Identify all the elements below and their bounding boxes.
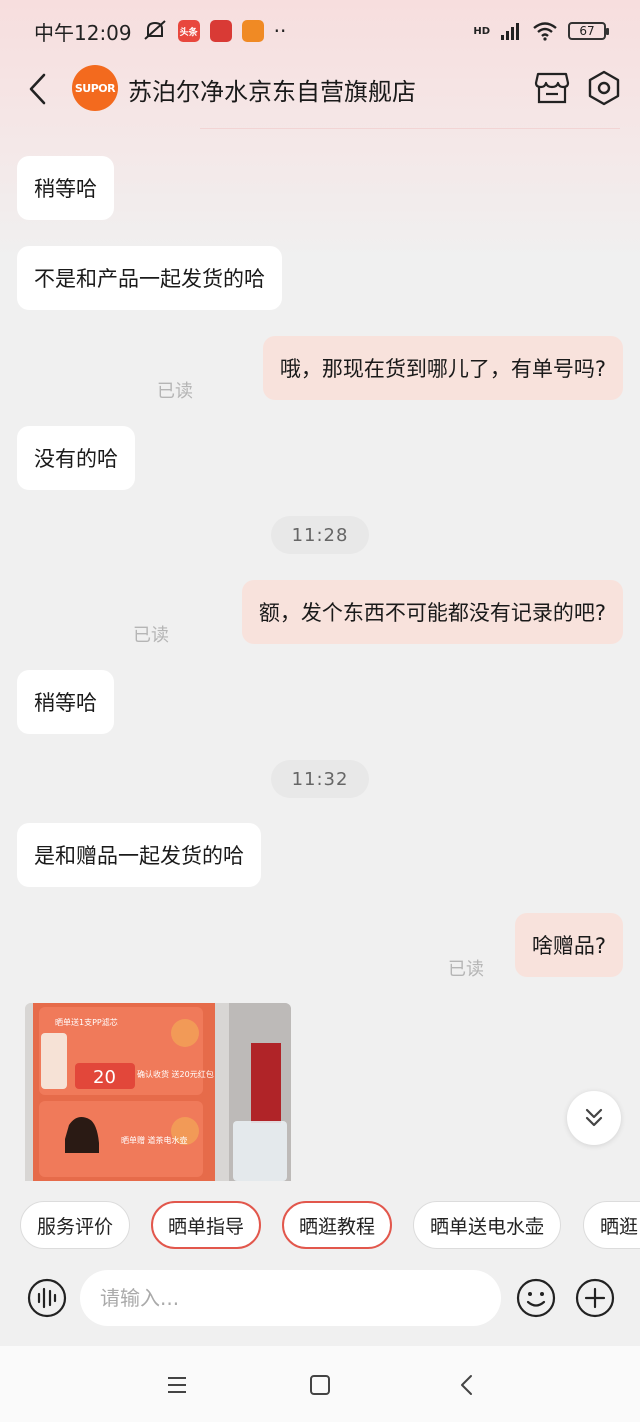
- quick-reply-chip[interactable]: 晒单送电水壶: [413, 1201, 561, 1249]
- message-input[interactable]: [80, 1270, 501, 1326]
- toutiao-app-icon: 头条: [177, 20, 200, 42]
- promo-confirm-text: 确认收货 送20元红包: [137, 1069, 214, 1079]
- message-text: 没有的哈: [34, 447, 118, 471]
- message-text: 额，发个东西不可能都没有记录的吧?: [258, 601, 606, 625]
- quick-reply-bar: 服务评价 晒单指导 晒逛教程 晒单送电水壶 晒逛: [0, 1196, 640, 1254]
- message-bubble-received[interactable]: 不是和产品一起发货的哈: [17, 246, 282, 310]
- scroll-to-bottom-button[interactable]: [567, 1091, 621, 1145]
- mute-bell-icon: [143, 20, 166, 40]
- wifi-icon: [533, 22, 557, 41]
- message-bubble-received[interactable]: 没有的哈: [17, 426, 135, 490]
- message-text: 不是和产品一起发货的哈: [34, 267, 265, 291]
- message-bubble-sent[interactable]: 啥赠品?: [514, 913, 623, 977]
- timestamp: 11:28: [271, 516, 369, 554]
- chip-label: 晒逛: [600, 1215, 639, 1238]
- battery-level: 67: [579, 24, 595, 38]
- more-notifications: ··: [273, 19, 287, 43]
- read-receipt: 已读: [157, 381, 193, 402]
- promo-banner-bottom: 晒单赠 道茶电水壶: [121, 1135, 188, 1145]
- chip-label: 服务评价: [36, 1215, 113, 1238]
- plus-icon[interactable]: [575, 1278, 615, 1318]
- voice-input-icon[interactable]: [27, 1278, 67, 1318]
- message-bubble-received[interactable]: 稍等哈: [17, 670, 114, 734]
- message-bubble-sent[interactable]: 哦，那现在货到哪儿了，有单号吗?: [262, 336, 623, 400]
- menu-icon[interactable]: [162, 1370, 192, 1400]
- store-icon[interactable]: [534, 71, 570, 105]
- chip-label: 晒逛教程: [298, 1215, 375, 1238]
- message-text: 哦，那现在货到哪儿了，有单号吗?: [279, 357, 606, 381]
- back-nav-icon[interactable]: [452, 1370, 482, 1400]
- shop-logo[interactable]: SUPOR: [72, 65, 118, 111]
- signal-icon: [501, 23, 519, 40]
- input-bar: [0, 1262, 640, 1342]
- read-receipt: 已读: [448, 959, 484, 980]
- message-bubble-received[interactable]: 是和赠品一起发货的哈: [17, 823, 261, 887]
- chat-header: SUPOR 苏泊尔净水京东自营旗舰店: [0, 62, 640, 116]
- message-text: 稍等哈: [34, 691, 97, 715]
- status-bar: 中午12:09 头条 ·· HD 67: [0, 0, 640, 62]
- hd-signal-icon: HD: [473, 25, 490, 37]
- message-bubble-received[interactable]: 稍等哈: [17, 156, 114, 220]
- read-receipt: 已读: [133, 625, 169, 646]
- chip-label: 晒单指导: [167, 1215, 244, 1238]
- message-text: 是和赠品一起发货的哈: [34, 844, 244, 868]
- back-arrow-icon[interactable]: [26, 72, 50, 106]
- system-navigation-bar: [0, 1346, 640, 1422]
- promo-banner-top: 晒单送1支PP滤芯: [55, 1017, 118, 1027]
- message-text: 稍等哈: [34, 177, 97, 201]
- header-divider: [200, 128, 620, 129]
- news-app-icon: [209, 20, 232, 42]
- timestamp: 11:32: [271, 760, 369, 798]
- emoji-icon[interactable]: [516, 1278, 556, 1318]
- quick-reply-chip[interactable]: 晒逛: [583, 1201, 640, 1249]
- home-square-icon[interactable]: [305, 1370, 335, 1400]
- promo-amount: 20: [93, 1067, 116, 1088]
- battery-icon: 67: [568, 22, 609, 40]
- message-bubble-sent[interactable]: 额，发个东西不可能都没有记录的吧?: [241, 580, 623, 644]
- settings-hexagon-icon[interactable]: [586, 70, 622, 106]
- double-chevron-down-icon: [585, 1108, 603, 1127]
- promo-image-message[interactable]: 晒单送1支PP滤芯 20 确认收货 送20元红包 晒单赠 道茶电水壶: [25, 1003, 291, 1181]
- quick-reply-chip[interactable]: 服务评价: [20, 1201, 130, 1249]
- promo-image: 晒单送1支PP滤芯 20 确认收货 送20元红包 晒单赠 道茶电水壶: [25, 1003, 291, 1181]
- shop-logo-text: SUPOR: [74, 81, 116, 95]
- message-text: 啥赠品?: [531, 934, 606, 958]
- shop-name[interactable]: 苏泊尔净水京东自营旗舰店: [128, 72, 416, 107]
- quick-reply-chip[interactable]: 晒单指导: [151, 1201, 261, 1249]
- uc-browser-icon: [241, 20, 264, 42]
- chip-label: 晒单送电水壶: [429, 1215, 544, 1238]
- quick-reply-chip[interactable]: 晒逛教程: [282, 1201, 392, 1249]
- status-time: 中午12:09: [34, 20, 132, 45]
